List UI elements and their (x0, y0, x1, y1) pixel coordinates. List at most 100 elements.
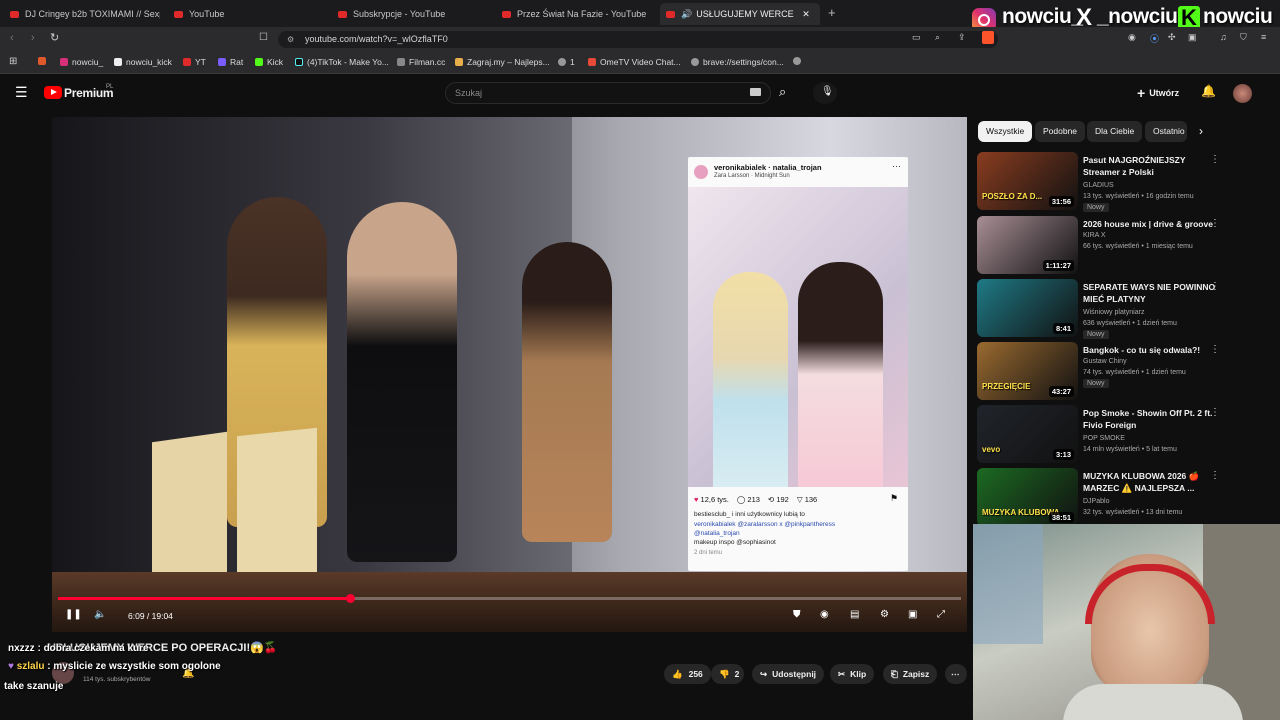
video-title[interactable]: MUZYKA KLUBOWA 2026 🍎 MARZEC ⚠️ NAJLEPSZ… (1083, 470, 1221, 494)
video-title[interactable]: 2026 house mix | drive & groove (1083, 218, 1221, 230)
sidebar-icon[interactable]: ▣ (1188, 32, 1197, 43)
settings-gear-icon[interactable]: ⚙ (880, 609, 889, 620)
bookmark[interactable]: OmeTV Video Chat... (588, 57, 681, 67)
bookmark[interactable]: YT (183, 57, 206, 67)
forward-icon[interactable]: › (31, 32, 35, 44)
bookmark[interactable] (38, 57, 50, 65)
recommended-video[interactable]: MUZYKA KLUBOWA 38:51 MUZYKA KLUBOWA 2026 🍎… (977, 468, 1267, 528)
bookmark[interactable]: 1 (558, 57, 575, 67)
chip-related[interactable]: Podobne (1035, 121, 1086, 142)
recommended-video[interactable]: 8:41 SEPARATE WAYS NIE POWINNO MIEĆ PLATY… (977, 279, 1267, 339)
clip-button[interactable]: ✂ Klip (830, 664, 875, 684)
autoplay-toggle[interactable]: ◉ (820, 609, 829, 620)
video-title[interactable]: Bangkok - co tu się odwala?! (1083, 344, 1221, 356)
bookmark[interactable]: nowciu_ (60, 57, 103, 67)
extensions-icon[interactable]: ✣ (1168, 32, 1176, 43)
more-options-icon[interactable]: ⋮ (1210, 470, 1220, 481)
video-title[interactable]: Pasut NAJGROŹNIEJSZY Streamer z Polski (1083, 154, 1221, 178)
channel-name[interactable]: Gustaw Chiny (1083, 358, 1127, 365)
bookmark[interactable]: (4)TikTok - Make Yo... (295, 57, 389, 67)
recommended-video[interactable]: PRZEGIĘCIE 43:27 Bangkok - co tu się odwal… (977, 342, 1267, 402)
video-thumbnail[interactable]: POSZŁO ZA D... 31:56 (977, 152, 1078, 210)
sponsorblock-icon[interactable]: ⛊ (793, 609, 801, 620)
browser-tab[interactable]: Subskrypcje - YouTube (338, 3, 488, 25)
video-thumbnail[interactable]: vevo 3:13 (977, 405, 1078, 463)
extension-icon[interactable]: ◉ (1128, 32, 1136, 43)
video-thumbnail[interactable]: MUZYKA KLUBOWA 38:51 (977, 468, 1078, 526)
video-thumbnail[interactable]: PRZEGIĘCIE 43:27 (977, 342, 1078, 400)
notifications-bell-icon[interactable]: 🔔 (1201, 84, 1216, 98)
chip-for-you[interactable]: Dla Ciebie (1087, 121, 1143, 142)
close-tab-icon[interactable]: ✕ (802, 9, 810, 20)
share-button[interactable]: ↪ Udostępnij (752, 664, 825, 684)
more-options-icon[interactable]: ⋮ (1210, 154, 1220, 165)
channel-name[interactable]: POP SMOKE (1083, 435, 1125, 442)
menu-icon[interactable]: ≡ (1261, 32, 1266, 42)
bookmark[interactable]: Zagraj.my – Najleps... (455, 57, 550, 67)
fullscreen-icon[interactable]: ⤢ (937, 609, 945, 620)
search-input[interactable]: Szukaj (445, 82, 771, 104)
subtitles-icon[interactable]: ▤ (850, 609, 859, 620)
chip-recent[interactable]: Ostatnio (1145, 121, 1187, 142)
video-title[interactable]: SEPARATE WAYS NIE POWINNO MIEĆ PLATYNY (1083, 281, 1221, 305)
bookmark[interactable]: Kick (255, 57, 283, 67)
zoom-icon[interactable]: ⌕ (935, 32, 940, 43)
reload-icon[interactable]: ↻ (50, 31, 59, 44)
bookmark[interactable] (793, 57, 805, 65)
video-title[interactable]: Pop Smoke - Showin Off Pt. 2 ft. Fivio F… (1083, 407, 1221, 431)
create-button[interactable]: + Utwórz (1137, 85, 1179, 101)
more-options-icon[interactable]: ⋮ (1210, 281, 1220, 292)
url-field[interactable]: ⚙ youtube.com/watch?v=_wlOzflaTF0 (278, 31, 998, 48)
bookmark-page-icon[interactable]: ☐ (259, 32, 268, 43)
volume-icon[interactable]: 🔈 (94, 609, 106, 620)
browser-tab-active[interactable]: 🔊USŁUGUJEMY WERCE PO OP✕ (660, 3, 820, 25)
music-icon[interactable]: ♫ (1220, 32, 1227, 42)
more-options-icon[interactable]: ⋮ (1210, 344, 1220, 355)
recommended-video[interactable]: POSZŁO ZA D... 31:56 Pasut NAJGROŹNIEJSZY … (977, 152, 1267, 212)
bookmark[interactable]: Rat (218, 57, 243, 67)
bookmark[interactable]: nowciu_kick (114, 57, 172, 67)
recommended-video[interactable]: vevo 3:13 Pop Smoke - Showin Off Pt. 2 ft.… (977, 405, 1267, 465)
browser-tab[interactable]: Przez Świat Na Fazie - YouTube (502, 3, 652, 25)
browser-tab[interactable]: YouTube (174, 3, 324, 25)
back-icon[interactable]: ‹ (10, 32, 14, 44)
brave-shields-icon[interactable] (982, 31, 994, 44)
site-info-icon[interactable]: ⚙ (287, 31, 294, 48)
more-options-icon[interactable]: ⋮ (1210, 407, 1220, 418)
video-duration: 8:41 (1052, 323, 1074, 334)
like-button[interactable]: 👍 256 (664, 664, 711, 684)
more-options-icon[interactable]: ⋮ (1210, 218, 1220, 229)
browser-tab[interactable]: DJ Cringey b2b TOXIMAMI // Sexpre (10, 3, 160, 25)
channel-name[interactable]: GLADIUS (1083, 182, 1114, 189)
pause-button[interactable]: ❚❚ (65, 609, 82, 620)
hamburger-menu-icon[interactable]: ☰ (15, 84, 28, 101)
video-player[interactable]: veronikabialek · natalia_trojan Zara Lar… (52, 117, 967, 632)
video-thumbnail[interactable]: 1:11:27 (977, 216, 1078, 274)
chip-all[interactable]: Wszystkie (978, 121, 1033, 142)
youtube-logo-icon[interactable] (44, 86, 62, 99)
channel-name[interactable]: KIRA X (1083, 232, 1106, 239)
recommended-video[interactable]: 1:11:27 2026 house mix | drive & groove KI… (977, 216, 1267, 276)
cast-icon[interactable]: ▭ (912, 32, 921, 43)
bookmark[interactable]: Filman.cc (397, 57, 445, 67)
voice-search-button[interactable]: 🎙 (813, 82, 837, 104)
channel-name[interactable]: DJPablo (1083, 498, 1109, 505)
extension-icon[interactable]: ⦿ (1150, 32, 1159, 45)
avatar[interactable] (1233, 84, 1252, 103)
search-button[interactable]: ⌕ (771, 82, 799, 104)
miniplayer-icon[interactable]: ▣ (908, 609, 917, 620)
bookmark[interactable]: brave://settings/con... (691, 57, 784, 67)
channel-name[interactable]: Wiśniowy platyniarz (1083, 309, 1144, 316)
progress-bar[interactable] (58, 594, 961, 603)
new-tab-button[interactable]: + (828, 5, 836, 20)
share-icon[interactable]: ⇪ (958, 32, 966, 43)
scrubber-handle[interactable] (345, 594, 355, 603)
dislike-button[interactable]: 👎 2 (711, 664, 744, 684)
chevron-right-icon[interactable]: › (1199, 124, 1203, 138)
apps-grid-icon[interactable]: ⊞ (9, 56, 17, 67)
keyboard-icon[interactable] (750, 88, 761, 96)
save-button[interactable]: ⎗ Zapisz (883, 664, 938, 684)
more-actions-button[interactable]: ⋯ (945, 664, 967, 684)
vpn-icon[interactable]: ⛉ (1240, 32, 1247, 43)
video-thumbnail[interactable]: 8:41 (977, 279, 1078, 337)
